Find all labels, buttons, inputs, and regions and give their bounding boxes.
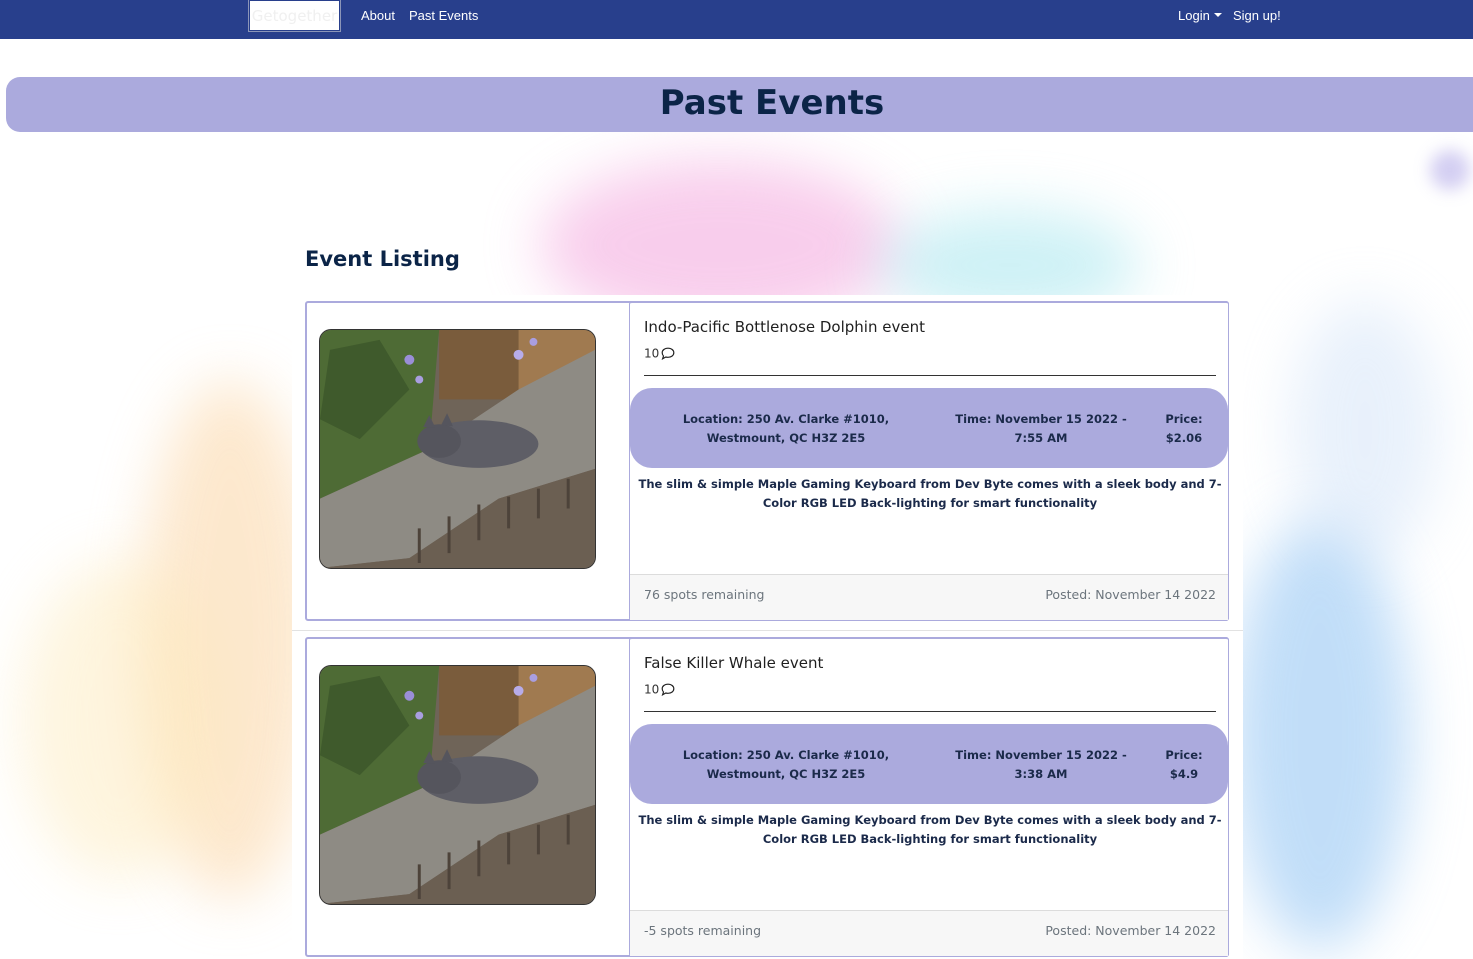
event-title[interactable]: Indo-Pacific Bottlenose Dolphin event bbox=[644, 318, 925, 336]
speech-bubble-icon bbox=[661, 347, 675, 361]
comment-count-value: 10 bbox=[644, 346, 660, 361]
event-info-band: Location: 250 Av. Clarke #1010, Westmoun… bbox=[630, 724, 1228, 804]
watercolor-splash-yellow bbox=[20, 560, 220, 880]
comment-count[interactable]: 10 bbox=[644, 346, 675, 361]
event-image bbox=[319, 329, 596, 569]
event-location: Location: 250 Av. Clarke #1010, Westmoun… bbox=[682, 412, 890, 445]
event-card-footer: 76 spots remaining Posted: November 14 2… bbox=[630, 574, 1228, 620]
event-title[interactable]: False Killer Whale event bbox=[644, 654, 823, 672]
event-description: The slim & simple Maple Gaming Keyboard … bbox=[638, 813, 1222, 846]
event-image bbox=[319, 665, 596, 905]
nav-about-link[interactable]: About bbox=[361, 8, 395, 23]
event-time: Time: November 15 2022 - 7:55 AM bbox=[955, 412, 1127, 445]
cat-photo-image bbox=[320, 666, 595, 904]
event-description: The slim & simple Maple Gaming Keyboard … bbox=[638, 477, 1222, 510]
top-navbar: Getogether About Past Events Login Sign … bbox=[0, 0, 1473, 39]
brand-logo-link[interactable]: Getogether bbox=[248, 0, 341, 32]
event-info-band: Location: 250 Av. Clarke #1010, Westmoun… bbox=[630, 388, 1228, 468]
caret-down-icon bbox=[1213, 13, 1222, 17]
watercolor-splash-lightblue bbox=[1290, 300, 1440, 560]
title-divider bbox=[644, 711, 1216, 712]
event-card-footer: -5 spots remaining Posted: November 14 2… bbox=[630, 910, 1228, 956]
event-card[interactable]: Indo-Pacific Bottlenose Dolphin event 10… bbox=[305, 301, 1229, 621]
page-title: Past Events bbox=[659, 83, 885, 123]
event-listing-heading: Event Listing bbox=[305, 247, 460, 271]
event-card[interactable]: False Killer Whale event 10 Location: 25… bbox=[305, 637, 1229, 957]
event-card-body: Indo-Pacific Bottlenose Dolphin event 10… bbox=[629, 301, 1229, 621]
event-card-body: False Killer Whale event 10 Location: 25… bbox=[629, 637, 1229, 957]
card-separator bbox=[292, 630, 1243, 631]
posted-date: Posted: November 14 2022 bbox=[1045, 587, 1216, 602]
event-location: Location: 250 Av. Clarke #1010, Westmoun… bbox=[682, 748, 890, 781]
spots-remaining: 76 spots remaining bbox=[644, 587, 765, 602]
event-price: Price: $4.9 bbox=[1165, 748, 1203, 781]
page: Getogether About Past Events Login Sign … bbox=[0, 0, 1473, 959]
nav-past-events-link[interactable]: Past Events bbox=[409, 8, 478, 23]
comment-count[interactable]: 10 bbox=[644, 682, 675, 697]
event-price: Price: $2.06 bbox=[1165, 412, 1203, 445]
nav-signup-link[interactable]: Sign up! bbox=[1233, 8, 1281, 23]
posted-date: Posted: November 14 2022 bbox=[1045, 923, 1216, 938]
comment-count-value: 10 bbox=[644, 682, 660, 697]
nav-login-dropdown[interactable]: Login bbox=[1178, 8, 1222, 23]
watercolor-splash-blue bbox=[1230, 520, 1410, 950]
event-time: Time: November 15 2022 - 3:38 AM bbox=[955, 748, 1127, 781]
nav-login-label: Login bbox=[1178, 8, 1210, 23]
watercolor-splash-purple bbox=[1430, 150, 1470, 190]
title-divider bbox=[644, 375, 1216, 376]
page-banner: Past Events bbox=[6, 77, 1473, 132]
speech-bubble-icon bbox=[661, 683, 675, 697]
cat-photo-image bbox=[320, 330, 595, 568]
spots-remaining: -5 spots remaining bbox=[644, 923, 762, 938]
